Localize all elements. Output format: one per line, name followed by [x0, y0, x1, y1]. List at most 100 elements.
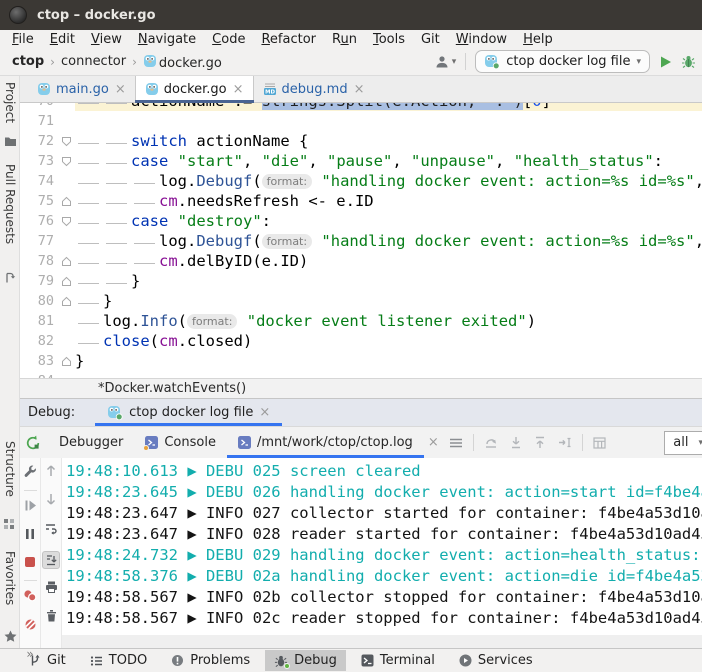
toolwindow-button-project[interactable]: Project [3, 82, 17, 123]
log-filter-select[interactable]: all ▾ [664, 431, 702, 455]
code-token: Debugf [196, 232, 252, 250]
soft-wrap-icon[interactable] [44, 522, 58, 539]
toolwindow-button-debug[interactable]: Debug [265, 650, 346, 671]
code-token: "health_status" [514, 152, 654, 170]
scroll-to-cursor-icon[interactable] [558, 436, 572, 449]
debug-button[interactable] [681, 54, 696, 69]
code-token: : [654, 152, 663, 170]
editor-tab-debug.md[interactable]: MDdebug.md× [254, 76, 374, 102]
line-number: 70 [20, 103, 58, 111]
close-icon[interactable]: × [233, 82, 244, 97]
rerun-button[interactable] [25, 435, 41, 451]
fold-up-icon[interactable] [58, 351, 75, 371]
menu-item-git[interactable]: Git [413, 32, 448, 47]
code-editor[interactable]: 70 actionName := strings.Split(e.Action, … [20, 103, 702, 378]
editor-tab-main.go[interactable]: main.go × [28, 76, 135, 102]
menu-item-run[interactable]: Run [324, 32, 365, 47]
breadcrumb-item[interactable]: docker.go [143, 53, 222, 71]
code-text: close(cm.closed) [75, 331, 702, 351]
view-breakpoints-icon[interactable] [23, 589, 37, 606]
tab-whitespace-mark [75, 282, 103, 286]
pull-requests-icon [4, 272, 16, 288]
menu-item-edit[interactable]: Edit [42, 32, 83, 47]
toolwindow-button-services[interactable]: Services [450, 650, 542, 671]
code-token: "pause" [327, 152, 392, 170]
menu-item-file[interactable]: File [4, 32, 42, 47]
settings-wrench-icon[interactable] [23, 464, 37, 482]
tab-whitespace-mark [103, 262, 131, 266]
git-branch-icon [29, 654, 41, 667]
debug-session-tab[interactable]: ctop docker log file × [95, 399, 282, 426]
code-line: 70 actionName := strings.Split(e.Action, … [20, 103, 702, 111]
jump-to-previous-icon[interactable] [484, 436, 498, 449]
layout-grid-icon[interactable] [593, 437, 606, 449]
window-titlebar[interactable]: ctop – docker.go [0, 0, 702, 30]
close-icon[interactable]: × [259, 405, 270, 420]
toolwindow-button-pull-requests[interactable]: Pull Requests [3, 164, 17, 244]
toolwindow-button-favorites[interactable]: Favorites [3, 551, 17, 605]
code-token: strings.Split(e.Action, ":") [262, 103, 523, 110]
fold-up-icon[interactable] [58, 291, 75, 311]
toolwindow-button-terminal[interactable]: Terminal [352, 650, 444, 671]
fold-up-icon[interactable] [58, 271, 75, 291]
menu-item-navigate[interactable]: Navigate [130, 32, 204, 47]
toolwindow-button-todo[interactable]: TODO [81, 650, 156, 671]
close-icon[interactable]: × [115, 82, 126, 97]
code-token: actionName := [131, 103, 262, 110]
fold-down-icon[interactable] [58, 131, 75, 151]
breadcrumb-item[interactable]: ctop [12, 54, 44, 69]
run-configuration-select[interactable]: ctop docker log file ▾ [475, 50, 650, 73]
scroll-to-end-toggle[interactable] [42, 551, 60, 569]
print-icon[interactable] [45, 581, 58, 597]
code-line: 76case "destroy": [20, 211, 702, 231]
fold-down-icon[interactable] [58, 211, 75, 231]
console-tab-debugger[interactable]: Debugger [48, 427, 134, 458]
clear-all-trash-icon[interactable] [46, 609, 57, 626]
console-tab--mnt-work-ctop-ctop-log[interactable]: /mnt/work/ctop/ctop.log [227, 427, 424, 458]
run-button[interactable] [659, 55, 672, 69]
fold-up-icon[interactable] [58, 251, 75, 271]
menu-item-refactor[interactable]: Refactor [253, 32, 324, 47]
tab-whitespace-mark [75, 142, 103, 146]
stop-button[interactable] [24, 556, 36, 572]
code-token: "docker event listener exited" [237, 312, 526, 330]
tab-whitespace-mark [103, 182, 131, 186]
log-console[interactable]: 19:48:10.613 ▶ DEBU 025 screen cleared19… [62, 458, 702, 648]
tab-whitespace-mark [75, 262, 103, 266]
tab-whitespace-mark [75, 242, 103, 246]
console-tab-console[interactable]: Console [134, 427, 227, 458]
tab-whitespace-mark [103, 222, 131, 226]
fold-down-icon[interactable] [58, 151, 75, 171]
code-token: .closed) [178, 332, 253, 350]
options-menu-icon[interactable] [449, 437, 463, 449]
arrow-up-icon[interactable] [45, 464, 57, 481]
log-line: 19:48:58.567 ▶ INFO 02b collector stoppe… [66, 587, 702, 608]
resume-program-icon[interactable] [24, 499, 37, 516]
code-token: Debugf [196, 172, 252, 190]
close-icon[interactable]: × [354, 82, 365, 97]
menu-item-code[interactable]: Code [204, 32, 253, 47]
menu-item-tools[interactable]: Tools [365, 32, 413, 47]
fold-up-icon[interactable] [58, 191, 75, 211]
menu-item-view[interactable]: View [83, 32, 130, 47]
toolwindow-button-structure[interactable]: Structure [3, 441, 17, 497]
menu-item-help[interactable]: Help [515, 32, 561, 47]
pause-program-icon[interactable] [24, 528, 36, 544]
toolwindow-button-git[interactable]: Git [20, 650, 75, 671]
menu-item-window[interactable]: Window [448, 32, 515, 47]
problems-icon [171, 654, 184, 667]
breadcrumb-item[interactable]: connector [61, 54, 126, 69]
close-icon[interactable]: × [428, 435, 439, 450]
editor-tab-docker.go[interactable]: docker.go× [135, 76, 254, 102]
mute-breakpoints-icon[interactable] [24, 618, 37, 635]
arrow-down-icon[interactable] [45, 493, 57, 510]
code-token: , [495, 152, 514, 170]
editor-tab-label: main.go [56, 82, 109, 97]
vcs-user-button[interactable]: ▾ [434, 55, 457, 69]
scroll-down-to-end-icon[interactable] [510, 436, 522, 449]
toolwindow-button-problems[interactable]: Problems [162, 650, 259, 671]
debug-toolwindow-header: Debug: ctop docker log file × [20, 398, 702, 426]
editor-tab-bar: main.go×docker.go×MDdebug.md× [20, 76, 702, 103]
scroll-up-to-top-icon[interactable] [534, 436, 546, 449]
console-tab-label: Console [164, 435, 216, 450]
